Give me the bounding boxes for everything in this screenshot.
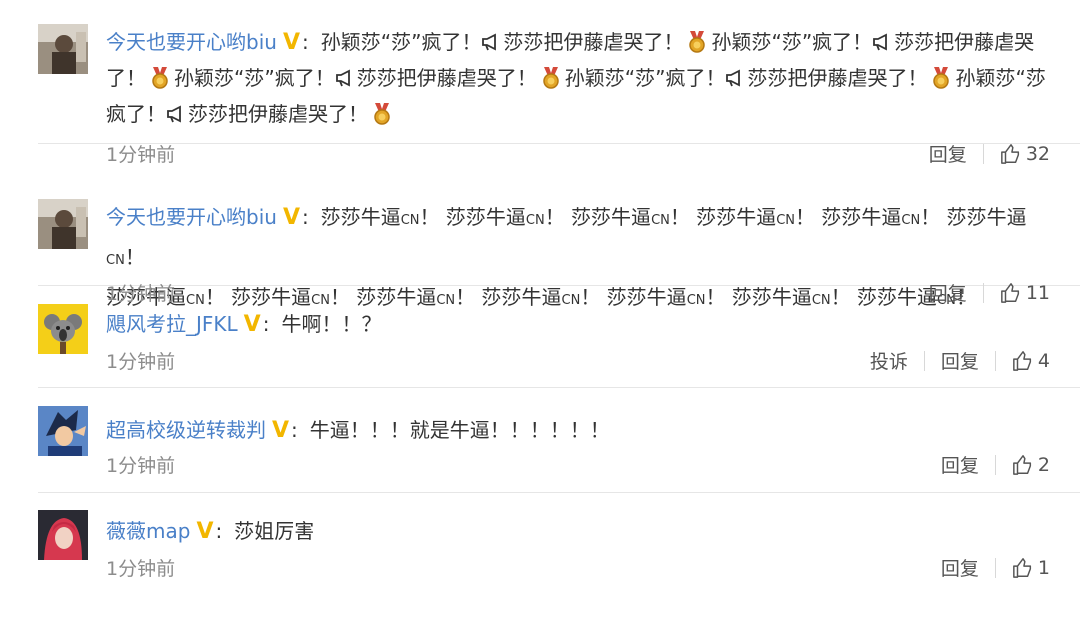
text-segment: 孙颖莎“莎”疯了！: [174, 66, 335, 90]
username-link[interactable]: 薇薇map: [106, 519, 190, 543]
avatar[interactable]: [38, 510, 88, 560]
username-link[interactable]: 飓风考拉_JFKL: [106, 312, 238, 336]
divider: [994, 454, 996, 475]
comment-body: 超高校级逆转裁判 V: 牛逼！！！就是牛逼！！！！！！: [106, 412, 1050, 448]
comment-body: 今天也要开心哟biu V: 孙颖莎“莎”疯了！ 莎莎把伊藤虐哭了！ 孙颖莎“莎”疯了！莎…: [106, 24, 1050, 132]
comment-text: 牛逼！！！就是牛逼！！！！！！: [309, 418, 610, 442]
like-button[interactable]: 1: [1012, 557, 1050, 579]
comment-text: 莎姐厉害: [234, 519, 315, 543]
text-segment: 莎莎把伊藤虐哭了！: [747, 66, 928, 90]
avatar[interactable]: [38, 24, 88, 74]
colon: :: [291, 418, 298, 442]
username-link[interactable]: 今天也要开心哟biu: [106, 30, 277, 54]
avatar[interactable]: [38, 406, 88, 456]
text-segment: 孙颖莎“莎: [955, 66, 1046, 90]
verified-v-icon: V: [243, 312, 261, 337]
medal-icon: [542, 67, 559, 89]
reply-button[interactable]: 回复: [941, 347, 979, 374]
username-link[interactable]: 今天也要开心哟biu: [106, 205, 277, 229]
text-segment: 莎莎把伊藤虐哭了！: [188, 102, 368, 126]
avatar[interactable]: [38, 304, 88, 354]
comment-body: 薇薇map V: 莎姐厉害: [106, 513, 1050, 549]
thumbs-up-icon: [1013, 557, 1031, 578]
verified-v-icon: V: [272, 418, 290, 443]
text-segment: 莎莎把伊藤虐哭: [894, 30, 1035, 54]
text-segment: 了！: [106, 66, 146, 90]
medal-icon: [689, 31, 706, 53]
megaphone-icon: [167, 105, 181, 123]
divider: [923, 350, 925, 371]
comment-actions: 投诉 回复 4: [870, 347, 1050, 374]
reply-button[interactable]: 回复: [941, 451, 979, 478]
username-link[interactable]: 超高校级逆转裁判: [106, 418, 266, 442]
text-segment: 孙颖莎“莎”疯了！: [320, 30, 482, 54]
text-segment: 莎莎把伊藤虐哭了！: [503, 30, 684, 54]
comment-body: 飓风考拉_JFKL V: 牛啊！！？: [106, 306, 1050, 342]
megaphone-icon: [726, 69, 741, 87]
text-segment: 孙颖莎“莎”疯了！: [711, 30, 873, 54]
thumbs-up-icon: [1013, 454, 1031, 475]
comment-item: 今天也要开心哟biu V: 孙颖莎“莎”疯了！ 莎莎把伊藤虐哭了！ 孙颖莎“莎”疯了！莎…: [38, 0, 1080, 166]
comment-item: 超高校级逆转裁判 V: 牛逼！！！就是牛逼！！！！！！ 1分钟前 回复 2: [38, 388, 1080, 493]
megaphone-icon: [873, 33, 888, 51]
comment-item: 飓风考拉_JFKL V: 牛啊！！？ 1分钟前 投诉 回复 4: [38, 286, 1080, 388]
medal-icon: [374, 103, 390, 125]
like-count: 4: [1037, 349, 1050, 372]
comment-text: 牛啊！！？: [281, 312, 382, 336]
verified-v-icon: V: [282, 30, 300, 55]
comment-time: 1分钟前: [106, 351, 176, 373]
comment-time: 1分钟前: [106, 558, 176, 580]
like-button[interactable]: 2: [1012, 454, 1050, 476]
colon: :: [301, 30, 309, 54]
verified-v-icon: V: [282, 205, 300, 230]
report-button[interactable]: 投诉: [870, 347, 908, 374]
comment-actions: 回复 1: [941, 554, 1050, 581]
megaphone-icon: [335, 69, 350, 87]
text-segment: 疯了！: [106, 102, 166, 126]
comment-time: 1分钟前: [106, 455, 176, 477]
colon: :: [301, 205, 309, 229]
comment-actions: 回复 2: [941, 451, 1050, 478]
like-count: 2: [1037, 453, 1050, 476]
comment-item: 薇薇map V: 莎姐厉害 1分钟前 回复 1: [38, 493, 1080, 599]
thumbs-up-icon: [1013, 350, 1031, 371]
text-segment: 莎莎把伊藤虐哭了！: [356, 66, 537, 90]
comment-item: 今天也要开心哟biu V: 莎莎牛逼CN！ 莎莎牛逼CN！ 莎莎牛逼CN！ 莎莎牛逼…: [38, 144, 1080, 309]
like-count: 1: [1037, 556, 1050, 579]
reply-button[interactable]: 回复: [941, 554, 979, 581]
colon: :: [262, 312, 270, 336]
colon: :: [215, 519, 223, 543]
medal-icon: [152, 67, 168, 89]
divider: [994, 557, 996, 578]
megaphone-icon: [482, 33, 497, 51]
medal-icon: [933, 67, 950, 89]
avatar[interactable]: [38, 199, 88, 249]
verified-v-icon: V: [196, 519, 214, 544]
divider: [994, 350, 996, 371]
like-button[interactable]: 4: [1012, 350, 1050, 372]
text-segment: 孙颖莎“莎”疯了！: [564, 66, 726, 90]
comment-list: 今天也要开心哟biu V: 孙颖莎“莎”疯了！ 莎莎把伊藤虐哭了！ 孙颖莎“莎”疯了！莎…: [0, 0, 1080, 629]
